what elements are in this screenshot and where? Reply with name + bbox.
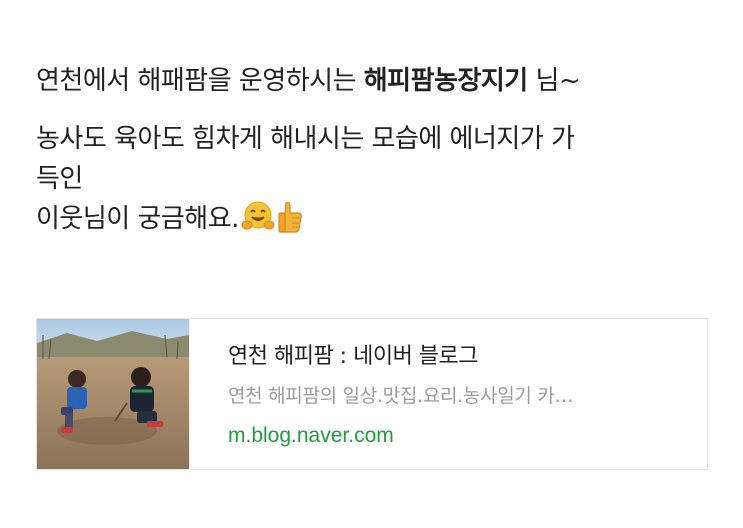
link-thumbnail[interactable] — [37, 319, 190, 469]
children-digging-dirt-photo — [37, 319, 189, 469]
link-info[interactable]: 연천 해피팜 : 네이버 블로그 연천 해피팜의 일상.맛집.요리.농사일기 카… — [190, 319, 707, 469]
link-description: 연천 해피팜의 일상.맛집.요리.농사일기 카… — [228, 385, 574, 407]
thumbs-up-icon — [277, 196, 303, 254]
post-text-closing: 이웃님이 궁금해요. — [36, 204, 239, 234]
post-line-1: 연천에서 해패팜을 운영하시는 해피팜농장지기 님~ — [36, 52, 726, 110]
link-title[interactable]: 연천 해피팜 : 네이버 블로그 — [228, 341, 707, 373]
hugging-face-icon — [241, 196, 275, 254]
post-text-honorific: 님~ — [527, 66, 581, 96]
post-text-intro: 연천에서 해패팜을 운영하시는 — [36, 66, 364, 96]
link-preview-card[interactable]: 연천 해피팜 : 네이버 블로그 연천 해피팜의 일상.맛집.요리.농사일기 카… — [36, 318, 708, 470]
link-url[interactable]: m.blog.naver.com — [228, 421, 707, 451]
post-body: 연천에서 해패팜을 운영하시는 해피팜농장지기 님~ 농사도 육아도 힘차게 해… — [36, 52, 726, 254]
post-line-4: 이웃님이 궁금해요. — [36, 190, 726, 254]
farm-owner-name: 해피팜농장지기 — [363, 66, 528, 96]
